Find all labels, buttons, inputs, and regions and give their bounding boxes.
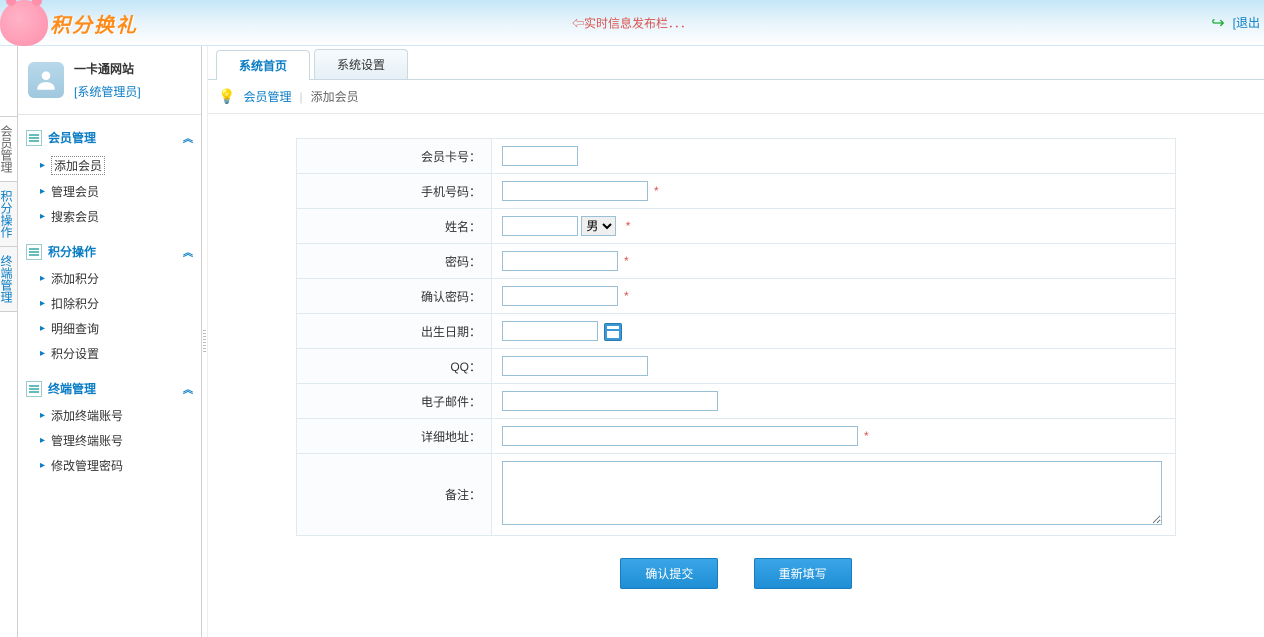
gender-select[interactable]: 男 女 xyxy=(581,216,616,236)
ticker-text: ⇦实时信息发布栏．．． xyxy=(572,14,692,31)
logo-area: 积分换礼 xyxy=(0,0,138,46)
email-input[interactable] xyxy=(502,391,718,411)
user-info: 一卡通网站 [系统管理员] xyxy=(74,60,141,100)
content: 系统首页 系统设置 💡 会员管理 | 添加会员 会员卡号： 手机号码： * 姓名… xyxy=(208,46,1264,637)
nav-group-member[interactable]: 会员管理 ︽ xyxy=(22,123,197,152)
nav-item-change-password[interactable]: ▸修改管理密码 xyxy=(22,453,197,478)
chevron-up-icon: ︽ xyxy=(183,244,189,259)
user-card: 一卡通网站 [系统管理员] xyxy=(18,46,201,115)
nav-item-manage-member[interactable]: ▸管理会员 xyxy=(22,179,197,204)
vtab-terminal[interactable]: 终端管理 xyxy=(0,246,17,312)
button-row: 确认提交 重新填写 xyxy=(248,536,1224,611)
calendar-icon[interactable] xyxy=(604,323,622,341)
arrow-icon: ▸ xyxy=(40,298,45,309)
chevron-up-icon: ︽ xyxy=(183,130,189,145)
top-right: ↪ [退出 xyxy=(1211,13,1260,33)
list-icon xyxy=(26,244,42,260)
arrow-icon: ▸ xyxy=(40,273,45,284)
list-icon xyxy=(26,130,42,146)
user-role[interactable]: [系统管理员] xyxy=(74,83,141,100)
site-name: 一卡通网站 xyxy=(74,60,141,77)
required-mark: * xyxy=(654,184,659,198)
vertical-tabs: 会员管理 积分操作 终端管理 xyxy=(0,46,18,637)
label-qq: QQ： xyxy=(297,349,492,384)
logout-link[interactable]: [退出 xyxy=(1233,14,1260,31)
arrow-icon: ▸ xyxy=(40,323,45,334)
password-input[interactable] xyxy=(502,251,618,271)
form-area: 会员卡号： 手机号码： * 姓名： 男 女 * xyxy=(208,114,1264,635)
remark-textarea[interactable] xyxy=(502,461,1162,525)
label-confirm: 确认密码： xyxy=(297,279,492,314)
nav-item-add-terminal[interactable]: ▸添加终端账号 xyxy=(22,403,197,428)
name-input[interactable] xyxy=(502,216,578,236)
sidebar: 一卡通网站 [系统管理员] 会员管理 ︽ ▸添加会员 ▸管理会员 ▸搜索会员 积… xyxy=(18,46,202,637)
nav-item-detail-query[interactable]: ▸明细查询 xyxy=(22,316,197,341)
nav-group-terminal[interactable]: 终端管理 ︽ xyxy=(22,374,197,403)
vtab-points[interactable]: 积分操作 xyxy=(0,181,17,247)
confirm-password-input[interactable] xyxy=(502,286,618,306)
label-birth: 出生日期： xyxy=(297,314,492,349)
top-bar: 积分换礼 ⇦实时信息发布栏．．． ↪ [退出 xyxy=(0,0,1264,46)
label-address: 详细地址： xyxy=(297,419,492,454)
phone-input[interactable] xyxy=(502,181,648,201)
required-mark: * xyxy=(864,429,869,443)
label-email: 电子邮件： xyxy=(297,384,492,419)
chevron-up-icon: ︽ xyxy=(183,381,189,396)
label-phone: 手机号码： xyxy=(297,174,492,209)
arrow-icon: ▸ xyxy=(40,435,45,446)
arrow-icon: ▸ xyxy=(40,211,45,222)
tab-home[interactable]: 系统首页 xyxy=(216,50,310,80)
reset-button[interactable]: 重新填写 xyxy=(754,558,852,589)
member-form: 会员卡号： 手机号码： * 姓名： 男 女 * xyxy=(296,138,1176,536)
nav-item-points-settings[interactable]: ▸积分设置 xyxy=(22,341,197,366)
nav-group-points[interactable]: 积分操作 ︽ xyxy=(22,237,197,266)
qq-input[interactable] xyxy=(502,356,648,376)
tab-settings[interactable]: 系统设置 xyxy=(314,49,408,79)
breadcrumb: 💡 会员管理 | 添加会员 xyxy=(208,80,1264,114)
nav-group-title: 会员管理 xyxy=(48,129,96,146)
arrow-icon: ▸ xyxy=(40,186,45,197)
nav-item-manage-terminal[interactable]: ▸管理终端账号 xyxy=(22,428,197,453)
breadcrumb-b: 添加会员 xyxy=(311,88,359,105)
required-mark: * xyxy=(624,289,629,303)
arrow-icon: ▸ xyxy=(40,348,45,359)
share-icon[interactable]: ↪ xyxy=(1211,13,1224,33)
vtab-member[interactable]: 会员管理 xyxy=(0,116,17,182)
logo-text: 积分换礼 xyxy=(50,9,138,38)
arrow-icon: ▸ xyxy=(40,460,45,471)
arrow-icon: ▸ xyxy=(40,160,45,171)
pig-icon xyxy=(0,0,48,46)
nav-group-title: 终端管理 xyxy=(48,380,96,397)
label-password: 密码： xyxy=(297,244,492,279)
label-remark: 备注： xyxy=(297,454,492,536)
label-name: 姓名： xyxy=(297,209,492,244)
resize-handle[interactable] xyxy=(202,46,208,637)
main-wrap: 会员管理 积分操作 终端管理 一卡通网站 [系统管理员] 会员管理 ︽ ▸添加会… xyxy=(0,46,1264,637)
submit-button[interactable]: 确认提交 xyxy=(620,558,718,589)
breadcrumb-sep: | xyxy=(299,90,302,104)
required-mark: * xyxy=(626,219,631,233)
breadcrumb-a[interactable]: 会员管理 xyxy=(243,88,291,105)
required-mark: * xyxy=(624,254,629,268)
nav-item-deduct-points[interactable]: ▸扣除积分 xyxy=(22,291,197,316)
avatar-icon xyxy=(28,62,64,98)
nav-group-title: 积分操作 xyxy=(48,243,96,260)
nav-item-add-member[interactable]: ▸添加会员 xyxy=(22,152,197,179)
card-no-input[interactable] xyxy=(502,146,578,166)
bulb-icon: 💡 xyxy=(218,88,235,105)
nav-item-search-member[interactable]: ▸搜索会员 xyxy=(22,204,197,229)
nav-item-add-points[interactable]: ▸添加积分 xyxy=(22,266,197,291)
list-icon xyxy=(26,381,42,397)
nav-panel: 会员管理 ︽ ▸添加会员 ▸管理会员 ▸搜索会员 积分操作 ︽ ▸添加积分 ▸扣… xyxy=(18,115,201,494)
birth-input[interactable] xyxy=(502,321,598,341)
address-input[interactable] xyxy=(502,426,858,446)
label-card-no: 会员卡号： xyxy=(297,139,492,174)
tabs-bar: 系统首页 系统设置 xyxy=(208,50,1264,80)
arrow-icon: ▸ xyxy=(40,410,45,421)
